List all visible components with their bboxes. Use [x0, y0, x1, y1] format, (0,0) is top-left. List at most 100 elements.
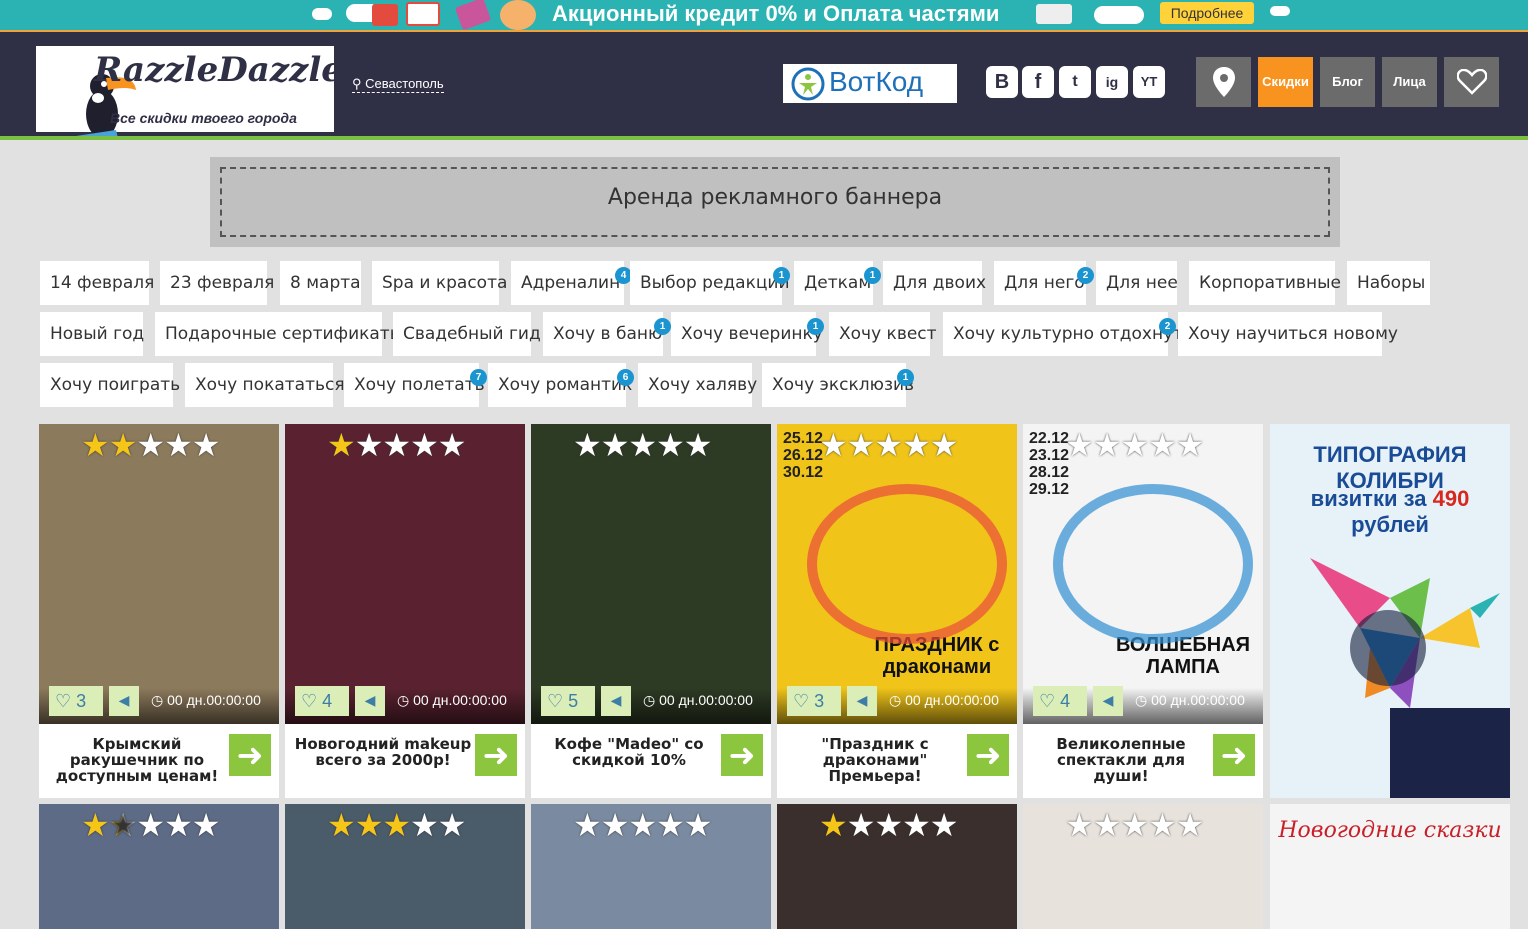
- deal-card[interactable]: ★★★★★: [285, 804, 525, 929]
- rating-stars[interactable]: ★★★★★: [1065, 426, 1204, 464]
- tag-item[interactable]: Подарочные сертификаты: [155, 312, 403, 356]
- tag-count-badge: 1: [773, 267, 790, 284]
- deal-card[interactable]: 22.12 23.12 28.12 29.12 ВОЛШЕБНАЯ ЛАМПА ★★…: [1023, 424, 1263, 798]
- tag-item[interactable]: Для него 2: [994, 261, 1094, 305]
- twitter-icon[interactable]: t: [1059, 66, 1091, 98]
- promo-strip[interactable]: Акционный кредит 0% и Оплата частями Под…: [0, 0, 1528, 30]
- tag-item[interactable]: Хочу вечеринку 1: [671, 312, 824, 356]
- deal-image[interactable]: ★★★★★: [531, 424, 771, 724]
- youtube-icon[interactable]: YT: [1133, 66, 1165, 98]
- arrow-right-icon[interactable]: ➜: [229, 734, 271, 776]
- star-empty-icon: ★: [628, 806, 657, 844]
- tag-item[interactable]: Для нее: [1096, 261, 1178, 305]
- deal-title[interactable]: "Праздник с драконами" Премьера!: [785, 736, 965, 784]
- arrow-right-icon[interactable]: ➜: [1213, 734, 1255, 776]
- deal-card[interactable]: ★★★★★: [1023, 804, 1263, 929]
- heart-icon: ♡: [793, 691, 810, 711]
- facebook-icon[interactable]: f: [1022, 66, 1054, 98]
- tag-item[interactable]: Наборы: [1347, 261, 1430, 305]
- tag-item[interactable]: Хочу в баню 1: [543, 312, 671, 356]
- tag-item[interactable]: Хочу халяву: [638, 363, 757, 407]
- rating-stars[interactable]: ★★★★★: [819, 426, 958, 464]
- like-button[interactable]: ♡ 3: [787, 686, 841, 716]
- announce-button[interactable]: ◀: [847, 686, 877, 716]
- deal-title[interactable]: Кофе "Madeo" со скидкой 10%: [539, 736, 719, 768]
- deal-card[interactable]: ★★★★★: [777, 804, 1017, 929]
- tag-item[interactable]: Хочу романтик 6: [488, 363, 634, 407]
- like-count: 5: [568, 691, 579, 711]
- tag-item[interactable]: Хочу научиться новому: [1178, 312, 1398, 356]
- logo[interactable]: RazzleDazzle Все скидки твоего города: [36, 46, 343, 138]
- tag-item[interactable]: Выбор редакции 1: [630, 261, 790, 305]
- tag-item[interactable]: Для двоих: [883, 261, 986, 305]
- tag-item[interactable]: 14 февраля: [40, 261, 154, 305]
- tag-item[interactable]: Деткам 1: [794, 261, 881, 305]
- announce-button[interactable]: ◀: [109, 686, 139, 716]
- deal-title[interactable]: Великолепные спектакли для души!: [1031, 736, 1211, 784]
- star-filled-icon: ★: [81, 426, 110, 464]
- nav-discounts[interactable]: Скидки: [1258, 57, 1313, 107]
- like-button[interactable]: ♡ 5: [541, 686, 595, 716]
- nav-faces[interactable]: Лица: [1382, 57, 1437, 107]
- rating-stars[interactable]: ★★★★★: [327, 426, 466, 464]
- tag-item[interactable]: Новый год: [40, 312, 144, 356]
- announce-button[interactable]: ◀: [1093, 686, 1123, 716]
- tag-item[interactable]: Хочу квест: [829, 312, 937, 356]
- deal-card[interactable]: ★★★★★: [531, 804, 771, 929]
- rating-stars[interactable]: ★★★★★: [81, 426, 220, 464]
- tag-item[interactable]: Корпоративные: [1189, 261, 1341, 305]
- deal-card[interactable]: ★★★★★ ♡ 3 ◀ ◷ 00 дн.00:00:00 Крымский ракуше…: [39, 424, 279, 798]
- tag-item[interactable]: Spa и красота: [372, 261, 507, 305]
- like-button[interactable]: ♡ 4: [1033, 686, 1087, 716]
- deal-card[interactable]: ★★★★★: [39, 804, 279, 929]
- heart-icon: ♡: [547, 691, 564, 711]
- rating-stars[interactable]: ★★★★★: [573, 426, 712, 464]
- tag-item[interactable]: Адреналин 4: [511, 261, 632, 305]
- rating-stars[interactable]: ★★★★★: [819, 806, 958, 844]
- announce-button[interactable]: ◀: [601, 686, 631, 716]
- tag-item[interactable]: Свадебный гид: [393, 312, 541, 356]
- deal-title[interactable]: Новогодний makeup всего за 2000р!: [293, 736, 473, 768]
- arrow-right-icon[interactable]: ➜: [967, 734, 1009, 776]
- tag-item[interactable]: Хочу полетать 7: [344, 363, 487, 407]
- rating-stars[interactable]: ★★★★★: [1065, 806, 1204, 844]
- clock-icon: ◷: [151, 692, 164, 708]
- ad-banner[interactable]: Аренда рекламного баннера: [210, 157, 1340, 247]
- tag-item[interactable]: Хочу поиграть: [40, 363, 180, 407]
- nav-blog[interactable]: Блог: [1320, 57, 1375, 107]
- promo-more-button[interactable]: Подробнее: [1160, 2, 1254, 24]
- city-selector[interactable]: ⚲ Севастополь: [352, 76, 444, 93]
- side-ad-kolibri[interactable]: ТИПОГРАФИЯ КОЛИБРИ визитки за 490 рублей: [1270, 424, 1510, 798]
- rating-stars[interactable]: ★★★★★: [81, 806, 221, 844]
- rating-stars[interactable]: ★★★★★: [327, 806, 466, 844]
- tag-label: 8 марта: [290, 273, 361, 293]
- vk-icon[interactable]: B: [986, 66, 1018, 98]
- deal-card[interactable]: 25.12 26.12 30.12 ПРАЗДНИК с драконами ★★★…: [777, 424, 1017, 798]
- deal-image[interactable]: ★★★★★: [285, 424, 525, 724]
- tag-item[interactable]: Хочу покататься: [185, 363, 345, 407]
- instagram-icon[interactable]: ig: [1096, 66, 1128, 98]
- deal-title[interactable]: Крымский ракушечник по доступным ценам!: [47, 736, 227, 784]
- tag-item[interactable]: Хочу эксклюзив 1: [762, 363, 914, 407]
- deal-image[interactable]: 22.12 23.12 28.12 29.12 ВОЛШЕБНАЯ ЛАМПА ★★…: [1023, 424, 1263, 724]
- tag-item[interactable]: 8 марта: [280, 261, 361, 305]
- deal-card[interactable]: ★★★★★ ♡ 5 ◀ ◷ 00 дн.00:00:00 Кофе "Madeo" со…: [531, 424, 771, 798]
- star-empty-icon: ★: [191, 806, 221, 844]
- like-button[interactable]: ♡ 3: [49, 686, 103, 716]
- countdown-timer: ◷ 00 дн.00:00:00: [151, 692, 261, 709]
- announce-button[interactable]: ◀: [355, 686, 385, 716]
- arrow-right-icon[interactable]: ➜: [475, 734, 517, 776]
- deal-image[interactable]: ★★★★★: [39, 424, 279, 724]
- deal-card[interactable]: Новогодние сказки: [1270, 804, 1510, 929]
- deal-image[interactable]: 25.12 26.12 30.12 ПРАЗДНИК с драконами ★★★…: [777, 424, 1017, 724]
- arrow-right-icon[interactable]: ➜: [721, 734, 763, 776]
- tag-item[interactable]: 23 февраля: [160, 261, 274, 305]
- like-button[interactable]: ♡ 4: [295, 686, 349, 716]
- tag-label: Свадебный гид: [403, 324, 541, 344]
- deal-card[interactable]: ★★★★★ ♡ 4 ◀ ◷ 00 дн.00:00:00 Новогодний make…: [285, 424, 525, 798]
- map-button[interactable]: [1196, 57, 1251, 107]
- rating-stars[interactable]: ★★★★★: [573, 806, 712, 844]
- tag-item[interactable]: Хочу культурно отдохнуть 2: [943, 312, 1193, 356]
- favorites-button[interactable]: [1444, 57, 1499, 107]
- partner-logo-votkod[interactable]: ВотКод: [783, 64, 957, 103]
